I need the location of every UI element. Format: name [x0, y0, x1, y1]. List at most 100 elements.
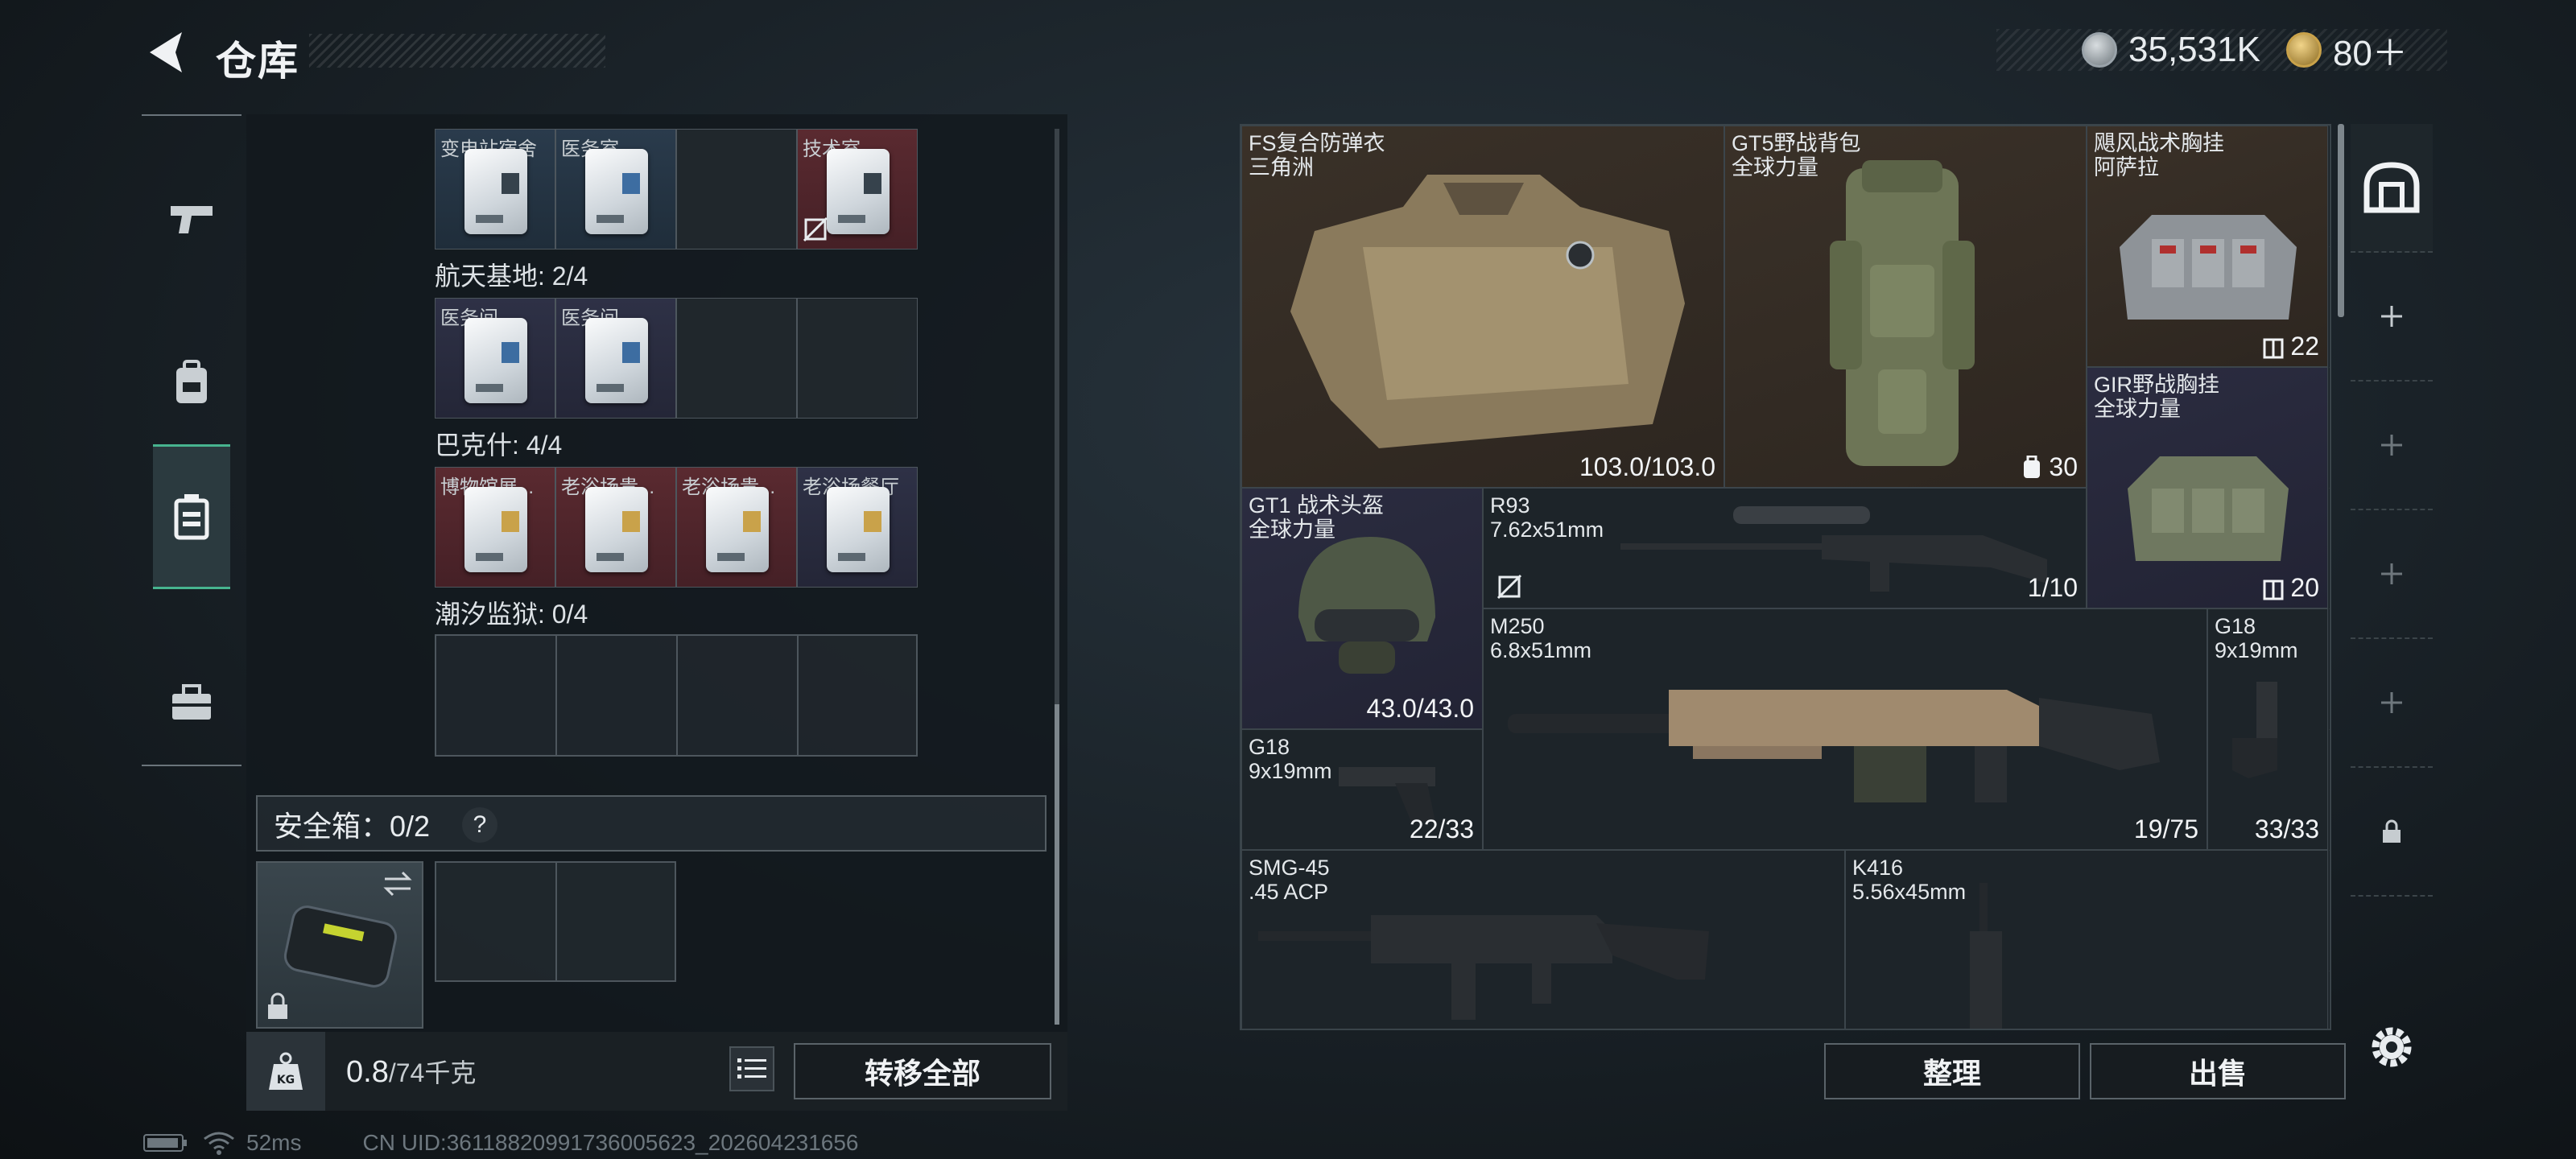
item-name: M250 6.8x51mm: [1490, 614, 1591, 662]
plus-icon: [2381, 435, 2402, 456]
map-group-title: 巴克什: 4/4: [435, 431, 563, 460]
silver-currency[interactable]: 35,531K: [2082, 30, 2260, 70]
item-title: G18: [2215, 614, 2256, 638]
item-subtitle: 阿萨拉: [2094, 155, 2159, 179]
empty-keycard-slot[interactable]: [676, 298, 797, 419]
empty-keycard-grid[interactable]: [435, 634, 918, 757]
lock-icon: [268, 992, 287, 1019]
map-group-title: 航天基地: 2/4: [435, 262, 588, 291]
keycard-icon: [585, 318, 648, 403]
keycard-icon: [706, 487, 769, 572]
item-name: GIR野战胸挂 全球力量: [2094, 373, 2219, 421]
item-armor[interactable]: FS复合防弹衣 三角洲 103.0/103.0: [1241, 126, 1724, 488]
pouch-icon: [283, 905, 398, 988]
left-scrollbar-thumb[interactable]: [1055, 704, 1059, 1025]
keycard-icon: [464, 487, 527, 572]
svg-text:KG: KG: [277, 1074, 295, 1087]
item-name: GT1 战术头盔 全球力量: [1249, 493, 1384, 542]
weight-max: /74千克: [388, 1058, 477, 1087]
item-chest-rig[interactable]: 飓风战术胸挂 阿萨拉 22: [2087, 126, 2328, 367]
item-subtitle: 全球力量: [1732, 155, 1818, 179]
tab-locked-storage[interactable]: [2351, 768, 2433, 897]
keycard-slot[interactable]: 博物馆展...: [435, 467, 555, 588]
item-capacity: 20: [2263, 573, 2319, 603]
tab-weapons[interactable]: [153, 174, 230, 262]
warehouse-icon: [2363, 162, 2420, 213]
item-title: G18: [1249, 735, 1290, 759]
list-view-button[interactable]: [729, 1046, 774, 1091]
currency-bar: 35,531K 80＋: [1996, 29, 2447, 73]
safebox-slots[interactable]: [435, 861, 676, 982]
backpack-capacity-icon: [2024, 455, 2041, 478]
plus-icon: [2381, 692, 2402, 713]
tab-warehouse[interactable]: [2351, 124, 2433, 253]
chest-rig-icon: [2120, 215, 2297, 320]
item-rifle[interactable]: K416 5.56x45mm: [1845, 850, 2328, 1029]
backpack-icon: [1830, 160, 1975, 466]
kg-weight-icon: KG: [269, 1052, 303, 1090]
item-subtitle: 全球力量: [1249, 518, 1335, 542]
tab-toolbox[interactable]: [153, 658, 230, 747]
keycard-slot[interactable]: 老浴场贵...: [676, 467, 797, 588]
tab-equipment[interactable]: [153, 338, 230, 427]
assault-rifle-icon: [1970, 883, 2002, 1029]
helmet-icon: [1298, 537, 1435, 674]
keycard-slot[interactable]: 变电站宿舍: [435, 129, 555, 250]
transfer-all-button[interactable]: 转移全部: [794, 1043, 1051, 1099]
tab-add-storage[interactable]: [2351, 253, 2433, 382]
item-name: FS复合防弹衣 三角洲: [1249, 131, 1385, 179]
tab-add-storage[interactable]: [2351, 639, 2433, 768]
gold-currency-value: 80＋: [2332, 34, 2408, 73]
left-category-tabs: [142, 114, 242, 766]
item-subtitle: 9x19mm: [1249, 759, 1332, 783]
plus-icon: [2381, 563, 2402, 584]
keycard-slot[interactable]: 医务间: [435, 298, 555, 419]
gear-icon[interactable]: [2365, 1021, 2418, 1074]
item-helmet[interactable]: GT1 战术头盔 全球力量 43.0/43.0: [1241, 488, 1483, 729]
keycard-slot[interactable]: 医务间: [555, 298, 676, 419]
item-chest-rig[interactable]: GIR野战胸挂 全球力量 20: [2087, 367, 2328, 608]
sell-button[interactable]: 出售: [2090, 1043, 2346, 1099]
safebox-pouch[interactable]: [256, 861, 423, 1029]
gold-currency[interactable]: 80＋: [2285, 24, 2408, 76]
keycard-slot[interactable]: 医务室: [555, 129, 676, 250]
keycard-slot[interactable]: 老浴场贵...: [555, 467, 676, 588]
sniper-rifle-icon: [1620, 506, 2047, 592]
keycard-slot[interactable]: 老浴场餐厅: [797, 467, 918, 588]
item-smg[interactable]: SMG-45.45 ACP: [1241, 850, 1845, 1029]
empty-keycard-slot[interactable]: [676, 129, 797, 250]
tab-add-storage[interactable]: [2351, 510, 2433, 639]
item-title: M250: [1490, 614, 1545, 638]
swap-icon[interactable]: [382, 869, 414, 898]
keycard-slot[interactable]: 技术室: [797, 129, 918, 250]
armor-vest-icon: [1290, 175, 1685, 448]
item-title: FS复合防弹衣: [1249, 131, 1385, 155]
item-ammo-count: 19/75: [2133, 815, 2198, 843]
pistol-icon: [1339, 767, 1435, 822]
item-machine-gun[interactable]: M250 6.8x51mm 19/75: [1483, 608, 2207, 850]
organize-button[interactable]: 整理: [1824, 1043, 2080, 1099]
no-trade-icon: [803, 217, 828, 242]
tab-containers[interactable]: [153, 444, 230, 589]
list-icon: [737, 1058, 766, 1079]
help-icon[interactable]: ?: [462, 807, 497, 843]
item-pistol[interactable]: G18 9x19mm 33/33: [2207, 608, 2328, 850]
item-rifle[interactable]: R93 7.62x51mm 1/10: [1483, 488, 2087, 608]
weight-current: 0.8: [346, 1055, 389, 1089]
back-arrow-icon[interactable]: [142, 27, 190, 77]
gold-coin-icon: [2285, 32, 2322, 68]
item-title: K416: [1852, 856, 1904, 880]
weight-icon-box: KG: [246, 1032, 325, 1111]
map-group-title: 潮汐监狱: 0/4: [435, 600, 588, 629]
item-subtitle: .45 ACP: [1249, 880, 1329, 904]
item-title: GIR野战胸挂: [2094, 373, 2220, 397]
item-backpack[interactable]: GT5野战背包 全球力量 30: [1724, 126, 2087, 488]
item-pistol[interactable]: G18 9x19mm 22/33: [1241, 729, 1483, 850]
right-scrollbar-thumb[interactable]: [2338, 124, 2344, 317]
item-capacity: 22: [2263, 332, 2319, 361]
no-trade-icon: [1496, 574, 1522, 600]
item-name: R93 7.62x51mm: [1490, 493, 1604, 542]
empty-keycard-slot[interactable]: [797, 298, 918, 419]
chest-rig-icon: [2128, 456, 2289, 561]
tab-add-storage[interactable]: [2351, 382, 2433, 510]
